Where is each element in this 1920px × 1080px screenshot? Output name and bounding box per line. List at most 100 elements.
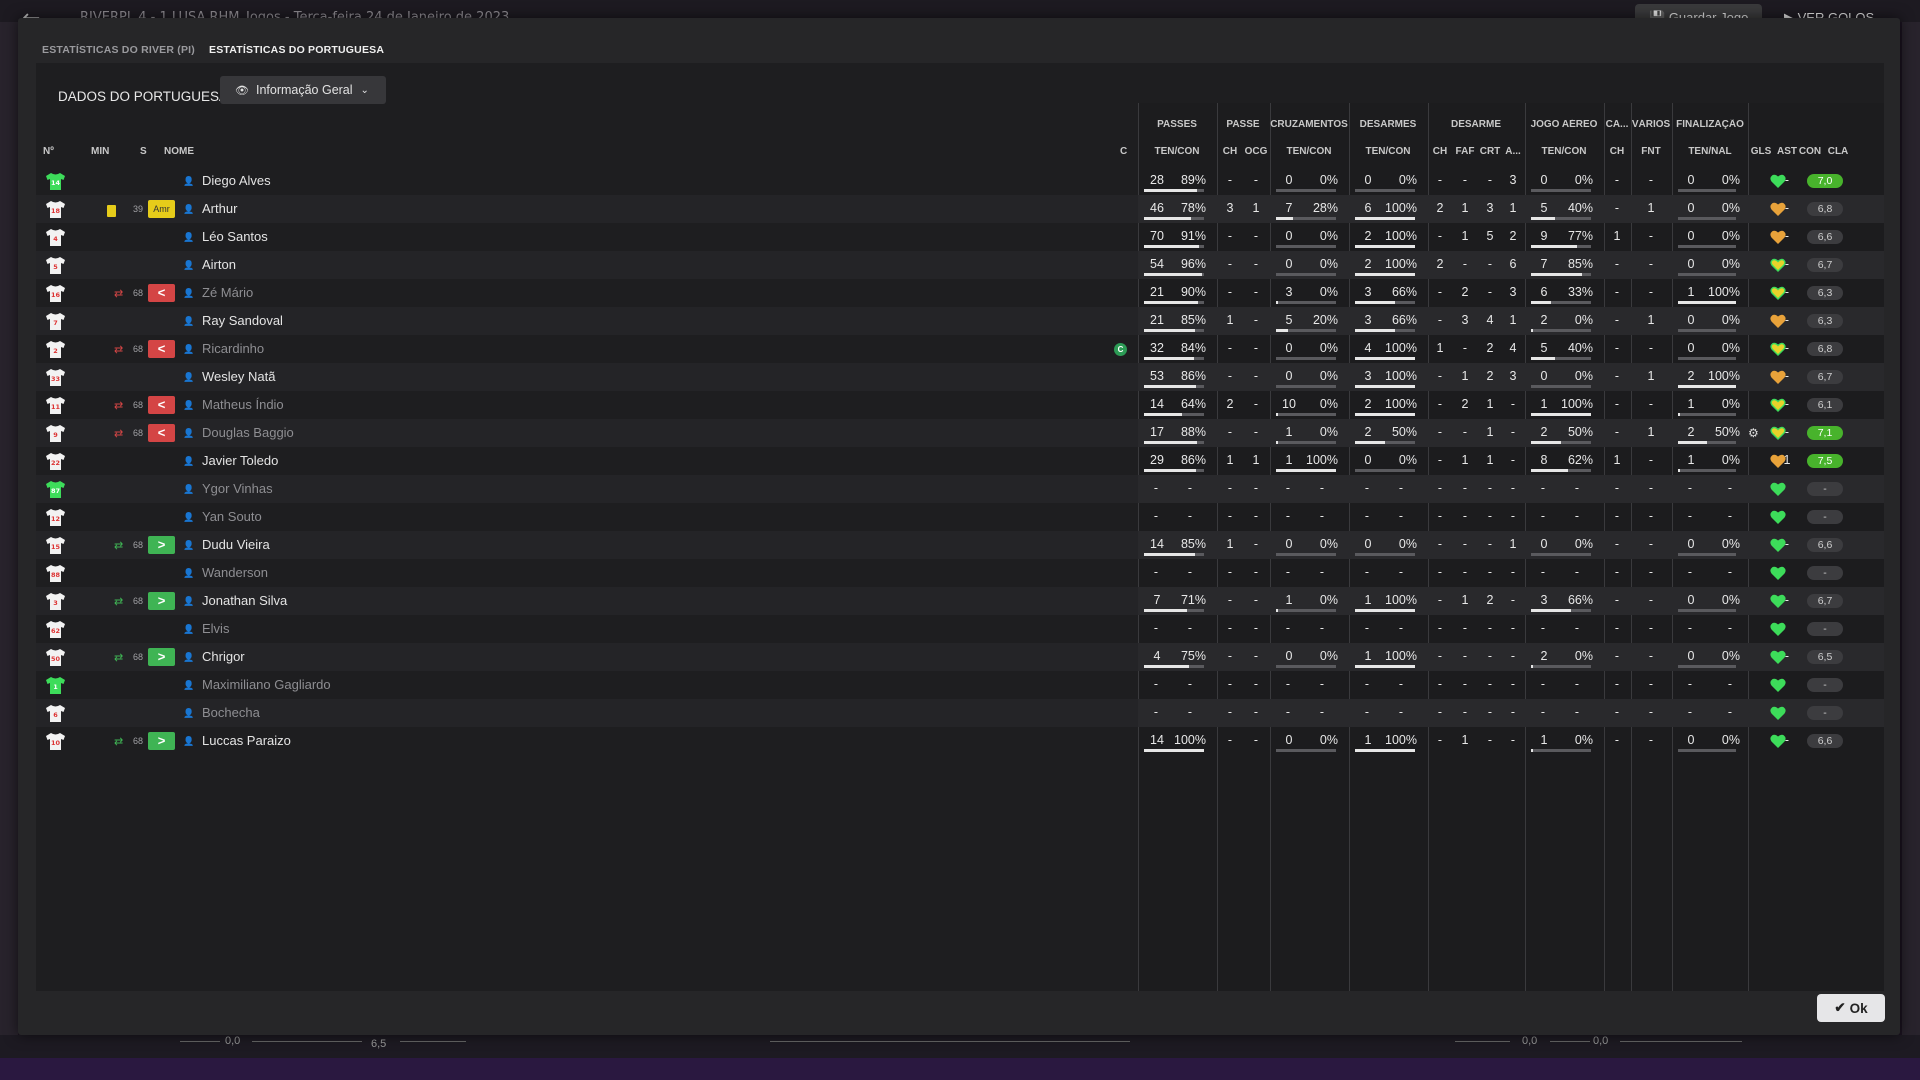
col-jogo-aereo-ten-con[interactable]: TEN/CON <box>1525 146 1603 157</box>
player-name[interactable]: Léo Santos <box>202 223 268 251</box>
player-name[interactable]: Elvis <box>202 615 229 643</box>
col-desarme-crt[interactable]: CRT <box>1478 146 1502 157</box>
jogo-aereo-pct: - <box>1574 705 1580 719</box>
col-passes-ten-con[interactable]: TEN/CON <box>1138 146 1216 157</box>
player-name[interactable]: Luccas Paraizo <box>202 727 291 755</box>
background-bottom-band <box>0 1058 1920 1080</box>
col-cruzamentos-ten-con[interactable]: TEN/CON <box>1270 146 1348 157</box>
person-icon: 👤 <box>183 596 195 606</box>
player-name[interactable]: Dudu Vieira <box>202 531 270 559</box>
substituted-off-badge: < <box>148 424 175 442</box>
table-row[interactable]: 14 👤 Diego Alves 28 89% - -0 0% 0 0% - - -3 0 0% - -0 0% -… <box>36 167 1884 195</box>
col-minutes[interactable]: MIN <box>91 146 109 157</box>
finalizacao-bar-track <box>1678 273 1736 276</box>
player-name[interactable]: Douglas Baggio <box>202 419 294 447</box>
col-varios-fnt[interactable]: FNT <box>1631 146 1671 157</box>
table-row[interactable]: 50 ⇄ 68 > 👤 Chrigor 4 75% - -0 0% 1 100% - - - -2 0% - -0 0%… <box>36 643 1884 671</box>
col-status[interactable]: S <box>140 146 147 157</box>
table-row[interactable]: 33 👤 Wesley Natã 53 86% - -0 0% 3 100% -1 2 3 0 0% -1 2 1… <box>36 363 1884 391</box>
table-row[interactable]: 5 👤 Airton 54 96% - -0 0% 2 100% 2- -6 7 85% - -0 0% -6,7 <box>36 251 1884 279</box>
table-row[interactable]: 11 ⇄ 68 < 👤 Matheus Índio 14 64% 2-10 0% 2 100% -2 1-… <box>36 391 1884 419</box>
jogo-aereo-pct: - <box>1574 481 1580 495</box>
desarmes-attempts: - <box>1364 565 1370 579</box>
col-desarme-a[interactable]: A... <box>1502 146 1524 157</box>
finalizacao-attempts: - <box>1687 621 1693 635</box>
player-stats-dialog: ESTATÍSTICAS DO RIVER (PI) ESTATÍSTICAS … <box>18 18 1900 1035</box>
col-condition[interactable]: CON <box>1798 146 1822 157</box>
jogo-aereo-bar-fill <box>1531 665 1533 668</box>
passes-bar-fill <box>1144 553 1195 556</box>
desarmes-pct: - <box>1398 509 1404 523</box>
player-name[interactable]: Maximiliano Gagliardo <box>202 671 331 699</box>
col-finalizacao-ten-nal[interactable]: TEN/NAL <box>1672 146 1748 157</box>
player-name[interactable]: Ricardinho <box>202 335 264 363</box>
stats-tabs: ESTATÍSTICAS DO RIVER (PI) ESTATÍSTICAS … <box>42 44 384 56</box>
table-row[interactable]: 88 👤 Wanderson - - - - - - - - - - - - - - - - - - - <box>36 559 1884 587</box>
table-row[interactable]: 3 ⇄ 68 > 👤 Jonathan Silva 7 71% - -1 0% 1 100% -1 2-3 6… <box>36 587 1884 615</box>
table-row[interactable]: 4 👤 Léo Santos 70 91% - -0 0% 2 100% -1 5 2 9 77% 1-0 0%… <box>36 223 1884 251</box>
table-row[interactable]: 15 ⇄ 68 > 👤 Dudu Vieira 14 85% 1-0 0% 0 0% - - -1 0 0% - -… <box>36 531 1884 559</box>
passe-ch: - <box>1227 257 1233 271</box>
desarme-ch: - <box>1437 621 1443 635</box>
player-name[interactable]: Airton <box>202 251 236 279</box>
player-name[interactable]: Jonathan Silva <box>202 587 287 615</box>
view-select-dropdown[interactable]: 👁 Informação Geral ⌄ <box>220 76 386 104</box>
col-goals[interactable]: GLS <box>1748 146 1774 157</box>
player-name[interactable]: Yan Souto <box>202 503 262 531</box>
col-passe-ch[interactable]: CH <box>1217 146 1243 157</box>
player-name[interactable]: Ygor Vinhas <box>202 475 273 503</box>
passe-ocg: - <box>1253 285 1259 299</box>
col-name[interactable]: NOME <box>164 146 194 157</box>
jogo-aereo-bar-track <box>1531 329 1591 332</box>
player-name[interactable]: Zé Mário <box>202 279 253 307</box>
player-name[interactable]: Chrigor <box>202 643 245 671</box>
col-assists[interactable]: AST <box>1776 146 1798 157</box>
table-row[interactable]: 10 ⇄ 68 > 👤 Luccas Paraizo 14 100% - -0 0% 1 100% -1-… <box>36 727 1884 755</box>
tab-portuguesa-stats[interactable]: ESTATÍSTICAS DO PORTUGUESA <box>209 44 384 56</box>
col-number[interactable]: Nº <box>43 146 54 157</box>
desarme-ch: 2 <box>1436 201 1444 215</box>
col-desarme-faf[interactable]: FAF <box>1452 146 1478 157</box>
bg-rating-line <box>770 1041 1130 1042</box>
ok-button[interactable]: ✔ Ok <box>1817 994 1885 1022</box>
player-name[interactable]: Wesley Natã <box>202 363 275 391</box>
desarmes-bar-fill <box>1355 665 1415 668</box>
player-name[interactable]: Javier Toledo <box>202 447 278 475</box>
jogo-aereo-bar-fill <box>1531 329 1533 332</box>
passes-bar-fill <box>1144 749 1204 752</box>
tab-river-stats[interactable]: ESTATÍSTICAS DO RIVER (PI) <box>42 44 195 56</box>
table-row[interactable]: 12 👤 Yan Souto - - - - - - - - - - - - - - - - - - - <box>36 503 1884 531</box>
condition-heart-icon <box>1770 705 1786 721</box>
player-name[interactable]: Bochecha <box>202 699 260 727</box>
table-row[interactable]: 1 👤 Maximiliano Gagliardo - - - - - - - - - - - - - - - - -… <box>36 671 1884 699</box>
table-row[interactable]: 87 👤 Ygor Vinhas - - - - - - - - - - - - - - - - - - - <box>36 475 1884 503</box>
col-desarmes-ten-con[interactable]: TEN/CON <box>1349 146 1427 157</box>
player-name[interactable]: Arthur <box>202 195 237 223</box>
col-passe-ocg[interactable]: OCG <box>1243 146 1269 157</box>
player-name[interactable]: Ray Sandoval <box>202 307 283 335</box>
condition-heart-icon <box>1770 369 1786 385</box>
table-row[interactable]: 9 ⇄ 68 < 👤 Douglas Baggio 17 88% - -1 0% 2 50% - -1-2 5… <box>36 419 1884 447</box>
passe-ocg: - <box>1253 649 1259 663</box>
table-row[interactable]: 16 ⇄ 68 < 👤 Zé Mário 21 90% - -3 0% 3 66% -2-3 6 33% - -1… <box>36 279 1884 307</box>
table-row[interactable]: 62 👤 Elvis - - - - - - - - - - - - - - - - - - - <box>36 615 1884 643</box>
player-name[interactable]: Diego Alves <box>202 167 271 195</box>
player-name[interactable]: Wanderson <box>202 559 268 587</box>
table-row[interactable]: 2 ⇄ 68 < 👤 Ricardinho C 32 84% - -0 0% 4 100% 1-2 4 5 40%… <box>36 335 1884 363</box>
desarmes-pct: - <box>1398 621 1404 635</box>
table-row[interactable]: 22 👤 Javier Toledo 29 86% 1 1 1 100% 0 0% -1 1-8 62% 1… <box>36 447 1884 475</box>
desarme-a: - <box>1510 733 1516 747</box>
table-row[interactable]: 18 39 Amr 👤 Arthur 46 78% 3 1 7 28% 6 100% 2 1 3 1 5 40% -1… <box>36 195 1884 223</box>
col-ca-ch[interactable]: CH <box>1604 146 1630 157</box>
passe-ocg: - <box>1253 677 1259 691</box>
player-name[interactable]: Matheus Índio <box>202 391 284 419</box>
col-captain[interactable]: C <box>1120 146 1127 157</box>
passes-attempts: - <box>1153 621 1159 635</box>
passe-ch: 2 <box>1226 397 1234 411</box>
substituted-off-badge: < <box>148 396 175 414</box>
col-rating[interactable]: CLA <box>1826 146 1850 157</box>
table-row[interactable]: 7 👤 Ray Sandoval 21 85% 1-5 20% 3 66% -3 4 1 2 0% -1 0 0… <box>36 307 1884 335</box>
person-icon: 👤 <box>183 624 195 634</box>
col-desarme-ch[interactable]: CH <box>1428 146 1452 157</box>
table-row[interactable]: 6 👤 Bochecha - - - - - - - - - - - - - - - - - - - <box>36 699 1884 727</box>
